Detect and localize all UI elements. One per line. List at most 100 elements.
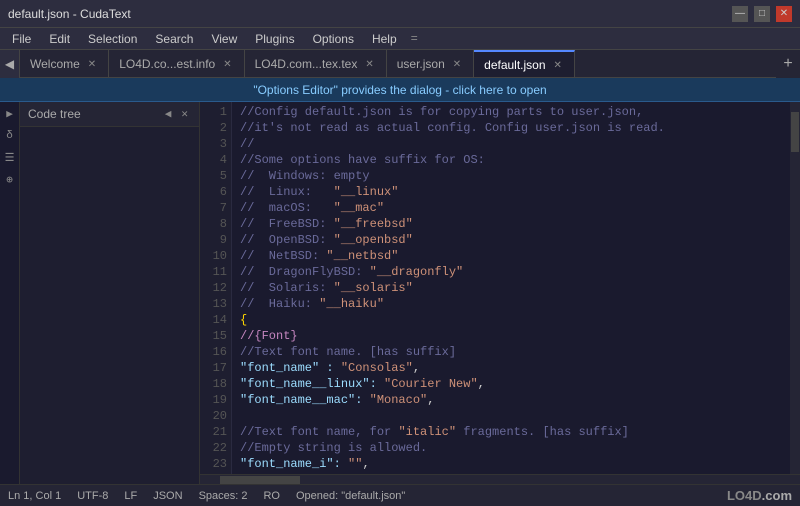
tab-lo4d-est-close[interactable]: ✕ — [221, 58, 233, 71]
code-line: // Linux: "__linux" — [240, 184, 782, 200]
line-number: 10 — [204, 248, 227, 264]
code-lines[interactable]: //Config default.json is for copying par… — [232, 102, 790, 474]
list-icon[interactable]: ☰ — [2, 150, 18, 166]
code-content: 1234567891011121314151617181920212223242… — [200, 102, 800, 474]
line-number: 11 — [204, 264, 227, 280]
sidebar-collapse-button[interactable]: ◀ — [162, 106, 175, 122]
menu-options[interactable]: Options — [305, 30, 362, 48]
menu-help[interactable]: Help — [364, 30, 405, 48]
tab-nav-prev[interactable]: ◀ — [0, 50, 20, 78]
code-line: { — [240, 312, 782, 328]
code-line: // Solaris: "__solaris" — [240, 280, 782, 296]
menu-plugins[interactable]: Plugins — [247, 30, 302, 48]
code-line: "font_name__linux": "Courier New", — [240, 376, 782, 392]
code-line: //Some options have suffix for OS: — [240, 152, 782, 168]
menu-separator: = — [407, 30, 422, 48]
vertical-scrollbar[interactable] — [790, 102, 800, 474]
tab-lo4d-tex-label: LO4D.com...tex.tex — [255, 57, 358, 71]
menu-edit[interactable]: Edit — [41, 30, 78, 48]
tab-default-json-close[interactable]: ✕ — [552, 59, 564, 72]
tab-user-json-close[interactable]: ✕ — [451, 58, 463, 71]
line-number: 20 — [204, 408, 227, 424]
sidebar-controls: ◀ ✕ — [162, 106, 191, 122]
line-number: 7 — [204, 200, 227, 216]
tab-user-json[interactable]: user.json ✕ — [387, 50, 474, 77]
new-tab-button[interactable]: + — [776, 50, 800, 78]
tab-welcome-label: Welcome — [30, 57, 80, 71]
syntax: JSON — [153, 490, 182, 502]
code-line: // — [240, 136, 782, 152]
delta-icon[interactable]: δ — [2, 128, 18, 144]
tab-welcome[interactable]: Welcome ✕ — [20, 50, 109, 77]
h-scrollbar-thumb[interactable] — [220, 476, 300, 484]
menu-file[interactable]: File — [4, 30, 39, 48]
line-number: 2 — [204, 120, 227, 136]
tab-lo4d-est[interactable]: LO4D.co...est.info ✕ — [109, 50, 244, 77]
menu-search[interactable]: Search — [147, 30, 201, 48]
code-line: // DragonFlyBSD: "__dragonfly" — [240, 264, 782, 280]
code-line: //Text font name, for "italic" fragments… — [240, 424, 782, 440]
code-tree-panel: Code tree ◀ ✕ — [20, 102, 200, 484]
app-title: default.json - CudaText — [8, 7, 131, 21]
menu-bar: File Edit Selection Search View Plugins … — [0, 28, 800, 50]
cursor-position: Ln 1, Col 1 — [8, 490, 61, 502]
opened-file: Opened: "default.json" — [296, 490, 405, 502]
line-number: 5 — [204, 168, 227, 184]
sidebar-header: Code tree ◀ ✕ — [20, 102, 199, 127]
line-number: 9 — [204, 232, 227, 248]
minimize-button[interactable]: — — [732, 6, 748, 22]
tabs-container: Welcome ✕ LO4D.co...est.info ✕ LO4D.com.… — [20, 50, 776, 77]
run-icon[interactable]: ▶ — [2, 106, 18, 122]
maximize-button[interactable]: □ — [754, 6, 770, 22]
code-line: "font_name__mac": "Monaco", — [240, 392, 782, 408]
tab-default-json[interactable]: default.json ✕ — [474, 50, 575, 77]
lo4d-watermark: LO4D.com — [727, 488, 792, 503]
code-line: // NetBSD: "__netbsd" — [240, 248, 782, 264]
horizontal-scrollbar[interactable] — [200, 474, 800, 484]
line-number: 22 — [204, 440, 227, 456]
scrollbar-thumb[interactable] — [791, 112, 799, 152]
info-banner[interactable]: "Options Editor" provides the dialog - c… — [0, 78, 800, 102]
status-bar: Ln 1, Col 1 UTF-8 LF JSON Spaces: 2 RO O… — [0, 484, 800, 506]
icon-bar: ▶ δ ☰ ⊕ — [0, 102, 20, 484]
search-panel-icon[interactable]: ⊕ — [2, 172, 18, 188]
line-number: 13 — [204, 296, 227, 312]
tab-welcome-close[interactable]: ✕ — [86, 58, 98, 71]
tab-lo4d-tex-close[interactable]: ✕ — [363, 58, 375, 71]
line-number: 19 — [204, 392, 227, 408]
tab-lo4d-est-label: LO4D.co...est.info — [119, 57, 215, 71]
line-number: 21 — [204, 424, 227, 440]
indentation: Spaces: 2 — [199, 490, 248, 502]
line-number: 6 — [204, 184, 227, 200]
close-button[interactable]: ✕ — [776, 6, 792, 22]
code-line: //Config default.json is for copying par… — [240, 104, 782, 120]
code-line: // OpenBSD: "__openbsd" — [240, 232, 782, 248]
line-number: 15 — [204, 328, 227, 344]
tab-bar: ◀ Welcome ✕ LO4D.co...est.info ✕ LO4D.co… — [0, 50, 800, 78]
line-number: 8 — [204, 216, 227, 232]
main-area: ▶ δ ☰ ⊕ Code tree ◀ ✕ 123456789101112131… — [0, 102, 800, 484]
title-bar: default.json - CudaText — □ ✕ — [0, 0, 800, 28]
line-numbers: 1234567891011121314151617181920212223242… — [200, 102, 232, 474]
info-banner-text: "Options Editor" provides the dialog - c… — [253, 83, 546, 97]
code-line: // Haiku: "__haiku" — [240, 296, 782, 312]
menu-selection[interactable]: Selection — [80, 30, 145, 48]
code-line — [240, 408, 782, 424]
code-line: //it's not read as actual config. Config… — [240, 120, 782, 136]
encoding: UTF-8 — [77, 490, 108, 502]
tab-user-json-label: user.json — [397, 57, 445, 71]
line-number: 3 — [204, 136, 227, 152]
code-editor[interactable]: 1234567891011121314151617181920212223242… — [200, 102, 800, 484]
code-line: // Windows: empty — [240, 168, 782, 184]
line-number: 12 — [204, 280, 227, 296]
code-line: "font_name" : "Consolas", — [240, 360, 782, 376]
read-only-badge: RO — [263, 490, 280, 502]
line-number: 14 — [204, 312, 227, 328]
tab-lo4d-tex[interactable]: LO4D.com...tex.tex ✕ — [245, 50, 387, 77]
tab-default-json-label: default.json — [484, 58, 545, 72]
sidebar-close-button[interactable]: ✕ — [178, 106, 191, 122]
line-number: 4 — [204, 152, 227, 168]
menu-view[interactable]: View — [203, 30, 245, 48]
line-number: 16 — [204, 344, 227, 360]
line-number: 18 — [204, 376, 227, 392]
